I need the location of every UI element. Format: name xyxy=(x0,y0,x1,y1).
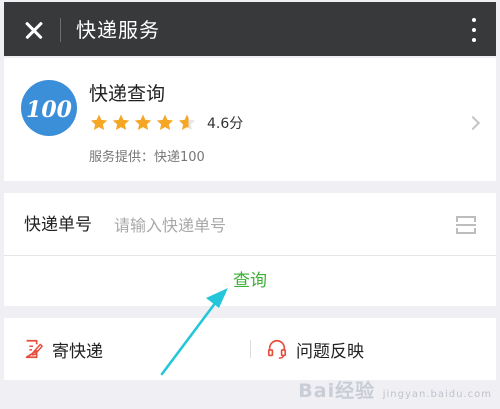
watermark: Bai经验 jingyan.baidu.com xyxy=(298,376,492,403)
edit-icon xyxy=(25,339,43,359)
headset-icon xyxy=(267,339,287,359)
send-express-button[interactable]: 寄快递 xyxy=(22,318,103,380)
more-icon[interactable] xyxy=(468,17,480,43)
title-divider xyxy=(60,18,61,42)
send-express-label: 寄快递 xyxy=(52,341,103,362)
kuaidi100-logo: 100 xyxy=(21,80,77,136)
actions-bar: 寄快递 问题反映 xyxy=(4,318,496,380)
scan-icon[interactable] xyxy=(454,213,478,237)
actions-divider xyxy=(250,340,251,358)
watermark-url: jingyan.baidu.com xyxy=(382,389,492,400)
logo-mark: 100 xyxy=(26,97,73,123)
star-icon xyxy=(90,114,108,130)
star-icon xyxy=(112,114,130,130)
half-star-icon xyxy=(178,114,196,130)
watermark-brand: Bai经验 xyxy=(298,380,376,402)
tracking-number-input[interactable] xyxy=(114,211,434,239)
top-bar: 快递服务 xyxy=(4,2,496,56)
tracking-form: 快递单号 查询 xyxy=(4,193,496,306)
star-rating: 4.6分 xyxy=(89,112,243,134)
feedback-label: 问题反映 xyxy=(296,341,364,362)
service-card[interactable]: 100 快递查询 4.6分 服务提供：快递100 xyxy=(4,58,496,181)
page-title: 快递服务 xyxy=(76,18,160,42)
star-icon xyxy=(156,114,174,130)
star-icon xyxy=(134,114,152,130)
close-icon[interactable] xyxy=(18,14,50,46)
feedback-button[interactable]: 问题反映 xyxy=(266,318,364,380)
rating-value: 4.6分 xyxy=(207,116,244,132)
query-button[interactable]: 查询 xyxy=(4,256,496,306)
logo-text: 100 xyxy=(26,97,73,123)
service-provider: 服务提供：快递100 xyxy=(89,150,205,165)
service-name: 快递查询 xyxy=(89,83,166,105)
tracking-number-label: 快递单号 xyxy=(24,215,92,235)
chevron-right-icon xyxy=(465,115,481,131)
